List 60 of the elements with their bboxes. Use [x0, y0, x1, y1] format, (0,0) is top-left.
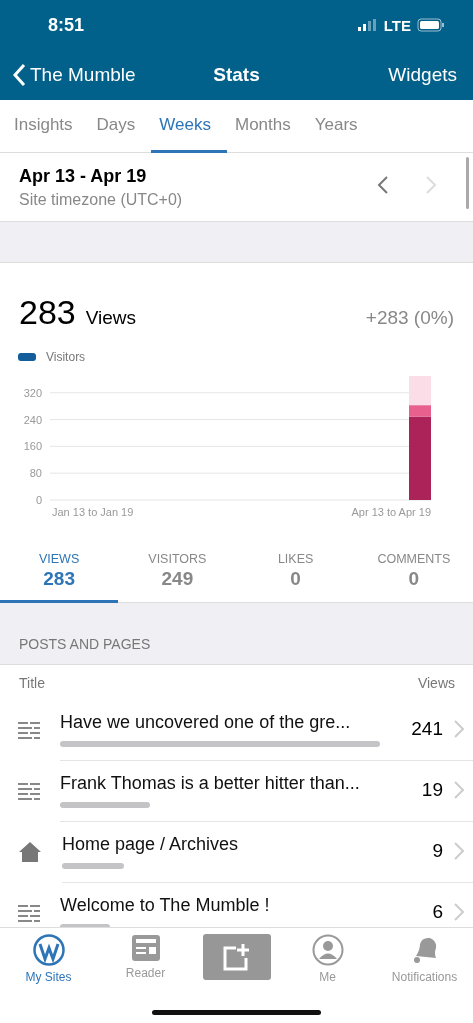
views-count: 6	[432, 901, 443, 923]
legend-label: Visitors	[46, 350, 86, 364]
screen-title: Stats	[213, 64, 260, 86]
views-count: 241	[411, 718, 443, 740]
views-unit: Views	[85, 307, 137, 328]
date-range: Apr 13 - Apr 19	[19, 165, 148, 187]
axis-label: 80	[29, 467, 42, 480]
axis-label: Apr 13 to Apr 19	[351, 506, 431, 518]
tab-bar-item[interactable]: Notifications	[376, 928, 473, 1023]
signal-icon	[357, 19, 378, 31]
post-title[interactable]: Have we uncovered one of the gre...	[60, 711, 404, 733]
stat-tab[interactable]: LIKES 0	[236, 546, 355, 603]
period-tab[interactable]: Weeks	[151, 100, 227, 153]
scrollbar	[466, 157, 469, 209]
views-count: 19	[421, 779, 443, 801]
axis-label: 160	[23, 440, 42, 453]
stat-tab[interactable]: COMMENTS 0	[354, 546, 473, 603]
section-header: POSTS AND PAGES	[19, 636, 151, 652]
write-button[interactable]	[202, 934, 271, 980]
axis-label: 240	[23, 413, 42, 426]
home-icon	[18, 840, 42, 863]
back-button[interactable]: The Mumble	[12, 63, 136, 87]
widgets-link[interactable]: Widgets	[388, 64, 457, 86]
post-title[interactable]: Welcome to The Mumble !	[60, 894, 425, 916]
post-title[interactable]: Frank Thomas is a better hitter than...	[60, 772, 414, 794]
legend-swatch	[18, 353, 36, 361]
document-icon	[18, 781, 40, 800]
timezone-label: Site timezone (UTC+0)	[19, 190, 184, 209]
profile-icon	[311, 934, 344, 966]
axis-label: 0	[35, 494, 42, 506]
tab-bar-item[interactable]: Me	[279, 928, 376, 1023]
chevron-icon	[12, 63, 26, 87]
views-bar	[62, 862, 124, 869]
period-tab[interactable]: Days	[88, 100, 152, 153]
reader-icon	[130, 934, 161, 962]
period-tab[interactable]: Months	[227, 100, 307, 153]
wordpress-icon	[32, 934, 65, 966]
previous-icon[interactable]	[377, 175, 389, 195]
column-header: Title	[19, 675, 45, 691]
chevron-icon[interactable]	[453, 780, 465, 800]
battery-icon	[417, 18, 445, 32]
period-tab[interactable]: Insights	[6, 100, 89, 153]
chevron-icon[interactable]	[453, 902, 465, 922]
views-change: +283 (0%)	[365, 307, 454, 329]
axis-label: 320	[23, 386, 42, 399]
chevron-icon[interactable]	[453, 841, 465, 861]
document-icon	[18, 720, 40, 739]
stat-tab[interactable]: VISITORS 249	[118, 546, 237, 603]
document-icon	[18, 903, 40, 922]
views-total: 283	[19, 293, 76, 331]
post-title[interactable]: Home page / Archives	[62, 833, 425, 855]
tab-bar-item[interactable]: My Sites	[0, 928, 97, 1023]
axis-label: Jan 13 to Jan 19	[52, 506, 134, 518]
views-count: 9	[432, 840, 443, 862]
network-type: LTE	[383, 16, 411, 34]
clock: 8:51	[48, 14, 85, 36]
period-tab[interactable]: Years	[306, 100, 374, 153]
column-header: Views	[417, 675, 455, 691]
chevron-icon[interactable]	[453, 719, 465, 739]
add-post-icon	[221, 942, 252, 972]
